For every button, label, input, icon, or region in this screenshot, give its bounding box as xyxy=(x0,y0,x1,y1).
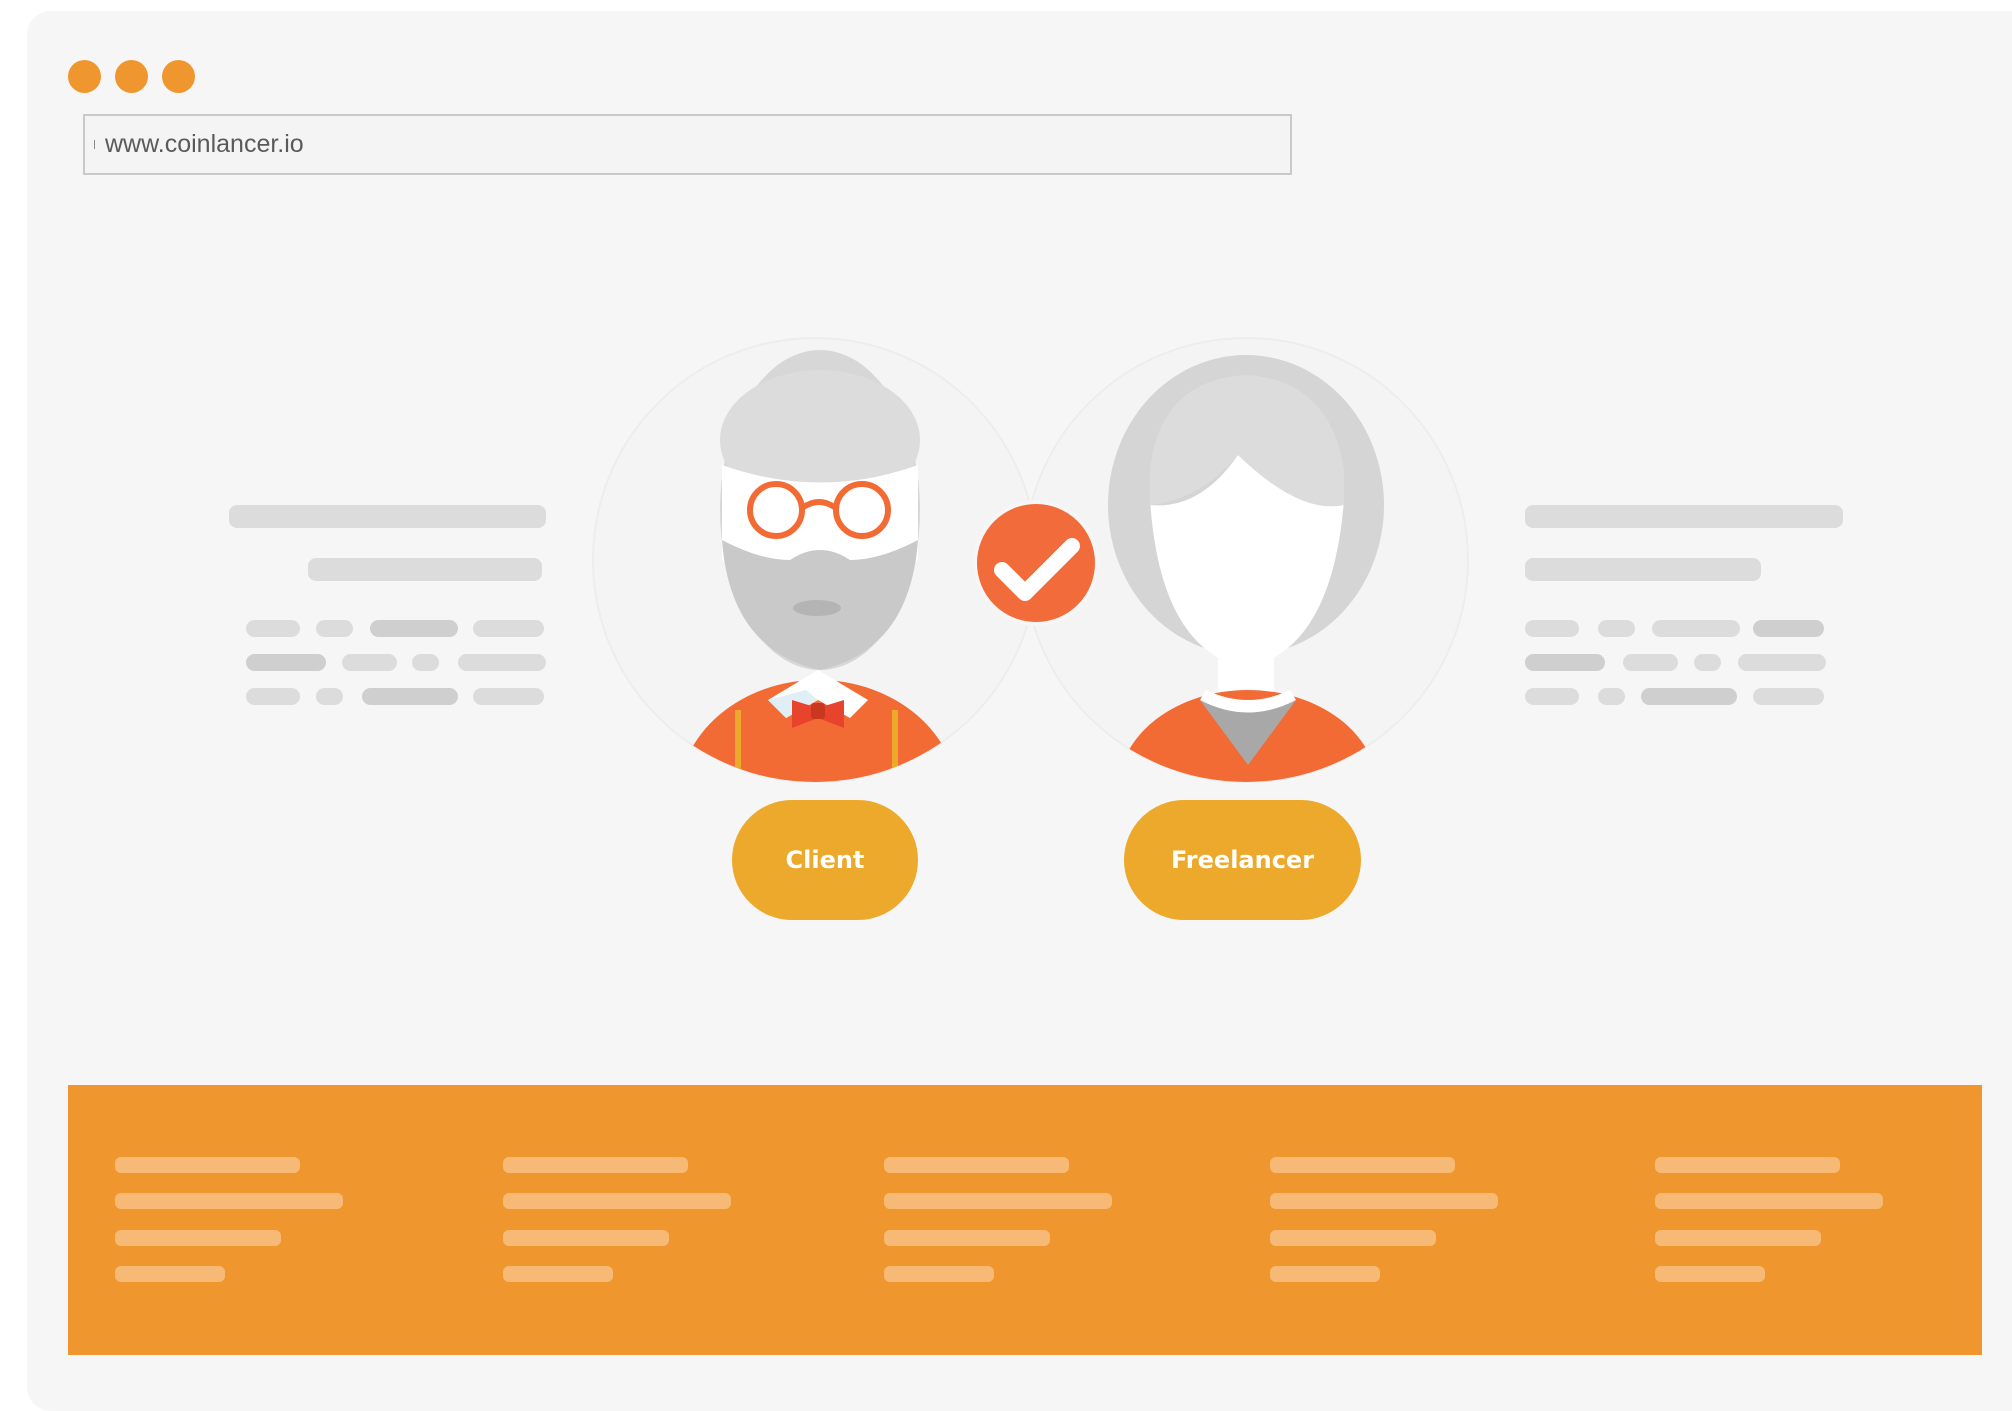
placeholder-word xyxy=(246,654,326,671)
placeholder-word xyxy=(370,620,458,637)
placeholder-word xyxy=(362,688,458,705)
placeholder-word xyxy=(316,688,343,705)
address-bar[interactable]: www.coinlancer.io xyxy=(83,114,1292,175)
placeholder-word xyxy=(1753,620,1824,637)
placeholder-word xyxy=(342,654,397,671)
placeholder-word xyxy=(1652,620,1740,637)
placeholder-word xyxy=(1525,620,1579,637)
footer-line xyxy=(884,1193,1112,1209)
client-button[interactable]: Client xyxy=(732,800,918,920)
placeholder-subheading xyxy=(308,558,542,581)
footer-line xyxy=(503,1157,688,1173)
client-avatar-icon xyxy=(592,337,1038,783)
placeholder-word xyxy=(1753,688,1824,705)
footer-line xyxy=(1655,1266,1765,1282)
placeholder-word xyxy=(473,688,544,705)
placeholder-heading xyxy=(229,505,546,528)
footer-line xyxy=(1270,1230,1436,1246)
footer xyxy=(68,1085,1982,1355)
placeholder-word xyxy=(412,654,439,671)
footer-line xyxy=(115,1157,300,1173)
footer-line xyxy=(884,1157,1069,1173)
placeholder-word xyxy=(1738,654,1826,671)
placeholder-subheading xyxy=(1525,558,1761,581)
footer-line xyxy=(1270,1157,1455,1173)
footer-line xyxy=(1270,1266,1380,1282)
window-close-button[interactable] xyxy=(68,60,101,93)
footer-line xyxy=(1655,1157,1840,1173)
footer-line xyxy=(503,1193,731,1209)
text-caret xyxy=(94,140,95,149)
placeholder-word xyxy=(246,620,300,637)
placeholder-word xyxy=(1623,654,1678,671)
footer-line xyxy=(1270,1193,1498,1209)
placeholder-word xyxy=(246,688,300,705)
footer-line xyxy=(503,1266,613,1282)
placeholder-word xyxy=(1641,688,1737,705)
address-url: www.coinlancer.io xyxy=(105,130,304,158)
placeholder-word xyxy=(1525,654,1605,671)
footer-line xyxy=(115,1266,225,1282)
placeholder-word xyxy=(1525,688,1579,705)
avatars-illustration xyxy=(592,337,1469,783)
placeholder-word xyxy=(316,620,353,637)
footer-line xyxy=(884,1230,1050,1246)
footer-line xyxy=(1655,1230,1821,1246)
freelancer-button[interactable]: Freelancer xyxy=(1124,800,1361,920)
placeholder-word xyxy=(458,654,546,671)
footer-line xyxy=(884,1266,994,1282)
checkmark-icon xyxy=(973,500,1099,626)
placeholder-word xyxy=(1598,620,1635,637)
footer-line xyxy=(1655,1193,1883,1209)
placeholder-word xyxy=(1694,654,1721,671)
placeholder-word xyxy=(473,620,544,637)
placeholder-heading xyxy=(1525,505,1843,528)
footer-line xyxy=(115,1230,281,1246)
window-maximize-button[interactable] xyxy=(162,60,195,93)
placeholder-word xyxy=(1598,688,1625,705)
window-minimize-button[interactable] xyxy=(115,60,148,93)
footer-line xyxy=(503,1230,669,1246)
footer-line xyxy=(115,1193,343,1209)
